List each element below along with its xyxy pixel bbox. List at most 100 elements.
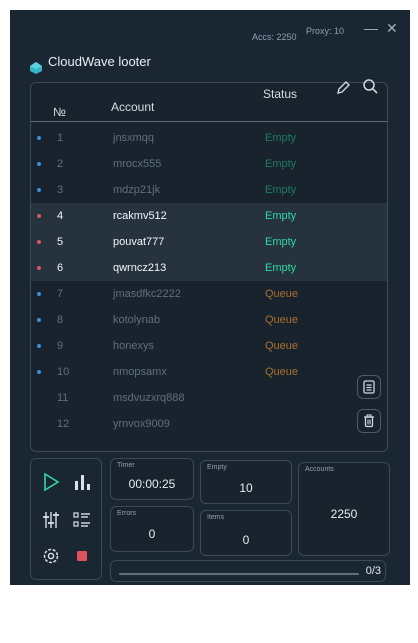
statistics-bars-icon[interactable]	[71, 471, 93, 493]
row-number: 4	[57, 210, 64, 222]
table-row[interactable]: 7 jmasdfkc2222 Queue	[31, 281, 387, 307]
timer-label: Timer	[117, 462, 135, 469]
row-status: Queue	[265, 314, 299, 326]
column-status-header: Status	[263, 87, 298, 101]
row-status-dot	[37, 266, 41, 270]
timer-card: Timer 00:00:25	[110, 458, 194, 500]
row-account: yrnvox9009	[113, 418, 170, 430]
accounts-value: 2250	[330, 507, 358, 521]
control-panel	[30, 458, 102, 580]
errors-value: 0	[148, 527, 156, 541]
row-status: Queue	[265, 366, 299, 378]
table-row[interactable]: 3 mdzp21jk Empty	[31, 177, 387, 203]
empty-value: 10	[239, 481, 253, 495]
row-number: 11	[57, 392, 69, 404]
errors-card: Errors 0	[110, 506, 194, 552]
stop-button[interactable]	[75, 549, 89, 563]
row-account: nmopsamx	[113, 366, 167, 378]
row-account: jnsxmqq	[113, 132, 154, 144]
accounts-label: Accounts	[305, 466, 334, 473]
delete-button[interactable]	[357, 409, 381, 433]
row-number: 5	[57, 236, 64, 248]
row-number: 7	[57, 288, 64, 300]
accounts-count-text: Accs: 2250	[252, 32, 297, 42]
progress-text: 0/3	[365, 565, 381, 577]
row-number: 9	[57, 340, 64, 352]
row-status: Queue	[265, 340, 299, 352]
row-status-dot	[37, 214, 41, 218]
table-row[interactable]: 6 qwrncz213 Empty	[31, 255, 387, 281]
task-list-icon[interactable]	[71, 509, 93, 531]
timer-value: 00:00:25	[128, 477, 176, 491]
row-number: 1	[57, 132, 64, 144]
row-status-dot	[37, 188, 41, 192]
table-header: № Account Status	[31, 79, 387, 122]
row-number: 12	[57, 418, 70, 430]
row-status: Empty	[265, 236, 297, 248]
edit-pencil-icon[interactable]	[334, 79, 352, 97]
row-status: Empty	[265, 158, 297, 170]
row-account: msdvuzxrq888	[113, 392, 185, 404]
column-number-header: №	[53, 105, 66, 119]
proxy-count-text: Proxy: 10	[306, 26, 345, 36]
table-row[interactable]: 4 rcakmv512 Empty	[31, 203, 387, 229]
row-status-dot	[37, 162, 41, 166]
table-row[interactable]: 12 yrnvox9009	[31, 411, 387, 437]
accounts-card: Accounts 2250	[298, 462, 390, 556]
column-account-header: Account	[111, 100, 155, 114]
play-icon[interactable]	[41, 471, 61, 493]
title-bar: CloudWave looter Accs: 2250 Proxy: 10 — …	[10, 10, 410, 80]
row-account: pouvat777	[113, 236, 165, 248]
progress-bar: 0/3	[110, 560, 386, 582]
row-status: Empty	[265, 184, 297, 196]
table-row[interactable]: 2 mrocx555 Empty	[31, 151, 387, 177]
row-number: 2	[57, 158, 64, 170]
items-card: Items 0	[200, 510, 292, 556]
gear-icon[interactable]	[40, 545, 62, 567]
row-number: 8	[57, 314, 64, 326]
accounts-table: № Account Status 1 jnsxmqq Empty 2 mrocx555 E…	[30, 79, 388, 452]
row-status-dot	[37, 370, 41, 374]
row-status-dot	[37, 318, 41, 322]
progress-track	[119, 573, 359, 575]
row-account: jmasdfkc2222	[113, 288, 181, 300]
row-account: qwrncz213	[113, 262, 167, 274]
table-row[interactable]: 9 honexys Queue	[31, 333, 387, 359]
close-button[interactable]: ✕	[386, 20, 398, 37]
row-status-dot	[37, 136, 41, 140]
row-account: honexys	[113, 340, 154, 352]
trash-icon	[364, 414, 374, 428]
row-account: mrocx555	[113, 158, 162, 170]
row-status: Empty	[265, 262, 297, 274]
cloud-logo-icon	[30, 62, 42, 74]
empty-card: Empty 10	[200, 460, 292, 504]
row-status-dot	[37, 344, 41, 348]
items-value: 0	[242, 533, 250, 547]
sliders-settings-icon[interactable]	[40, 509, 62, 531]
table-row[interactable]: 11 msdvuzxrq888	[31, 385, 387, 411]
list-document-icon	[363, 380, 375, 394]
search-icon[interactable]	[361, 77, 379, 95]
minimize-button[interactable]: —	[364, 20, 378, 36]
row-status: Empty	[265, 132, 297, 144]
export-list-button[interactable]	[357, 375, 381, 399]
row-account: mdzp21jk	[113, 184, 161, 196]
app-window: CloudWave looter Accs: 2250 Proxy: 10 — …	[10, 10, 410, 585]
table-row[interactable]: 8 kotolynab Queue	[31, 307, 387, 333]
app-title: CloudWave looter	[48, 54, 151, 69]
table-row[interactable]: 1 jnsxmqq Empty	[31, 125, 387, 151]
errors-label: Errors	[117, 510, 137, 517]
items-label: Items	[207, 514, 225, 521]
empty-label: Empty	[207, 464, 227, 471]
table-row[interactable]: 10 nmopsamx Queue	[31, 359, 387, 385]
row-status-dot	[37, 292, 41, 296]
row-number: 6	[57, 262, 64, 274]
row-number: 10	[57, 366, 70, 378]
row-number: 3	[57, 184, 64, 196]
row-status: Empty	[265, 210, 297, 222]
row-status-dot	[37, 240, 41, 244]
row-account: kotolynab	[113, 314, 161, 326]
row-status: Queue	[265, 288, 299, 300]
table-row[interactable]: 5 pouvat777 Empty	[31, 229, 387, 255]
row-account: rcakmv512	[113, 210, 167, 222]
